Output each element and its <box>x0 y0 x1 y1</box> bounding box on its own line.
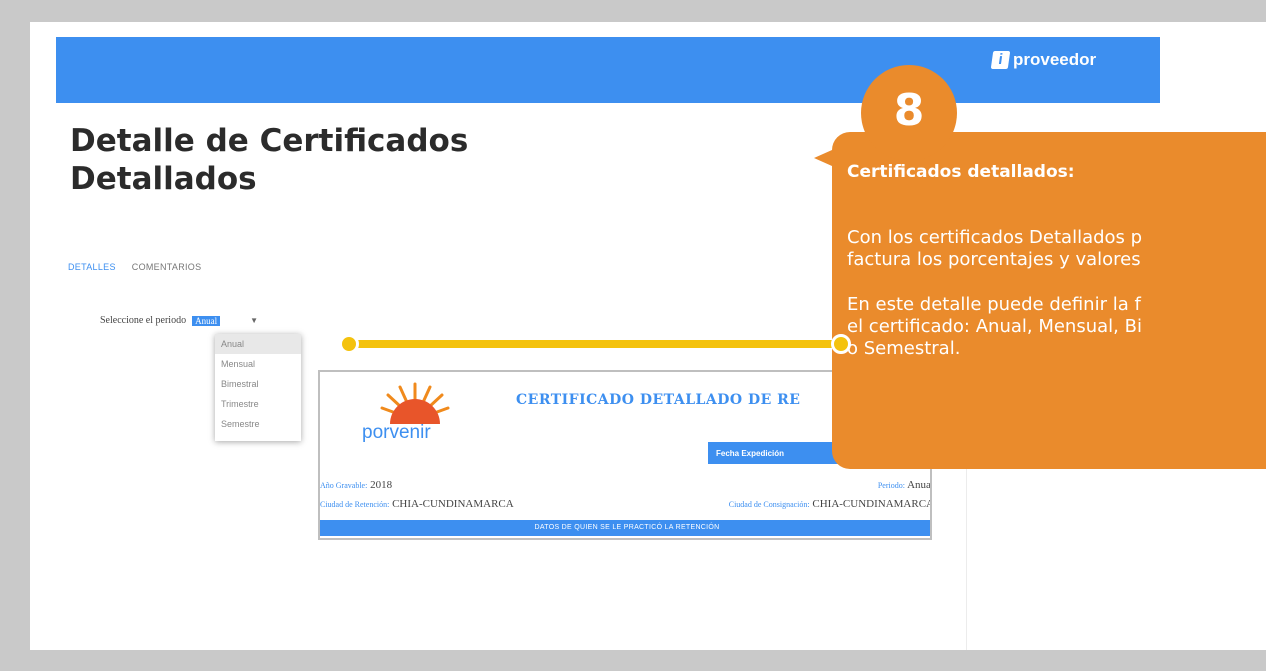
sun-logo-icon <box>380 382 450 424</box>
certificate-title: CERTIFICADO DETALLADO DE RE <box>516 392 801 408</box>
ciudad-consignacion-value: CHIA-CUNDINAMARCA <box>812 498 932 510</box>
tab-detalles[interactable]: DETALLES <box>68 262 116 272</box>
period-label: Seleccione el periodo <box>100 315 187 326</box>
brand-name: proveedor <box>1013 50 1097 69</box>
period-selector-row: Seleccione el periodo Anual ▼ <box>100 315 258 326</box>
brand-logo[interactable]: i proveedor <box>990 50 1097 70</box>
period-option-bimestral[interactable]: Bimestral <box>215 374 301 394</box>
datos-section-bar: DATOS DE QUIEN SE LE PRACTICÓ LA RETENCI… <box>320 520 930 536</box>
porvenir-wordmark: porvenir <box>362 422 431 443</box>
callout-text-line: o Semestral. <box>847 338 961 359</box>
tab-bar: DETALLES COMENTARIOS <box>68 262 201 272</box>
callout-pointer <box>814 150 832 166</box>
ciudad-consignacion-label: Ciudad de Consignación: <box>728 500 810 509</box>
callout-text-line: factura los porcentajes y valores <box>847 249 1141 270</box>
period-select-value: Anual <box>192 315 221 326</box>
fecha-label: Fecha Expedición <box>716 448 785 458</box>
year-label: Año Gravable: <box>320 481 368 490</box>
period-dropdown: Anual Mensual Bimestral Trimestre Semest… <box>215 334 301 441</box>
callout-heading: Certificados detallados: <box>847 162 1075 182</box>
brand-i-icon: i <box>990 51 1011 69</box>
periodo-value: Anual <box>907 479 932 491</box>
chevron-down-icon: ▼ <box>250 316 258 325</box>
period-option-trimestre[interactable]: Trimestre <box>215 394 301 414</box>
periodo-label: Periodo: <box>877 481 905 490</box>
callout-text-line: Con los certificados Detallados p <box>847 227 1143 248</box>
period-select[interactable]: Anual ▼ <box>192 315 258 326</box>
tab-comentarios[interactable]: COMENTARIOS <box>132 262 202 272</box>
callout-text-line: el certificado: Anual, Mensual, Bi <box>847 316 1142 337</box>
callout-text-line: En este detalle puede definir la f <box>847 294 1141 315</box>
app-header-bar <box>56 37 1160 103</box>
ciudad-retencion-label: Ciudad de Retención: <box>320 500 390 509</box>
page-title: Detalle de Certificados Detallados <box>70 123 469 197</box>
period-option-semestre[interactable]: Semestre <box>215 414 301 434</box>
period-option-mensual[interactable]: Mensual <box>215 354 301 374</box>
ciudad-retencion-value: CHIA-CUNDINAMARCA <box>392 498 514 510</box>
connector-dot-start <box>339 334 359 354</box>
connector-dot-end <box>831 334 851 354</box>
connector-line <box>350 340 842 348</box>
step-number-badge: 8 <box>861 65 957 161</box>
period-option-anual[interactable]: Anual <box>215 334 301 354</box>
year-value: 2018 <box>370 479 393 491</box>
